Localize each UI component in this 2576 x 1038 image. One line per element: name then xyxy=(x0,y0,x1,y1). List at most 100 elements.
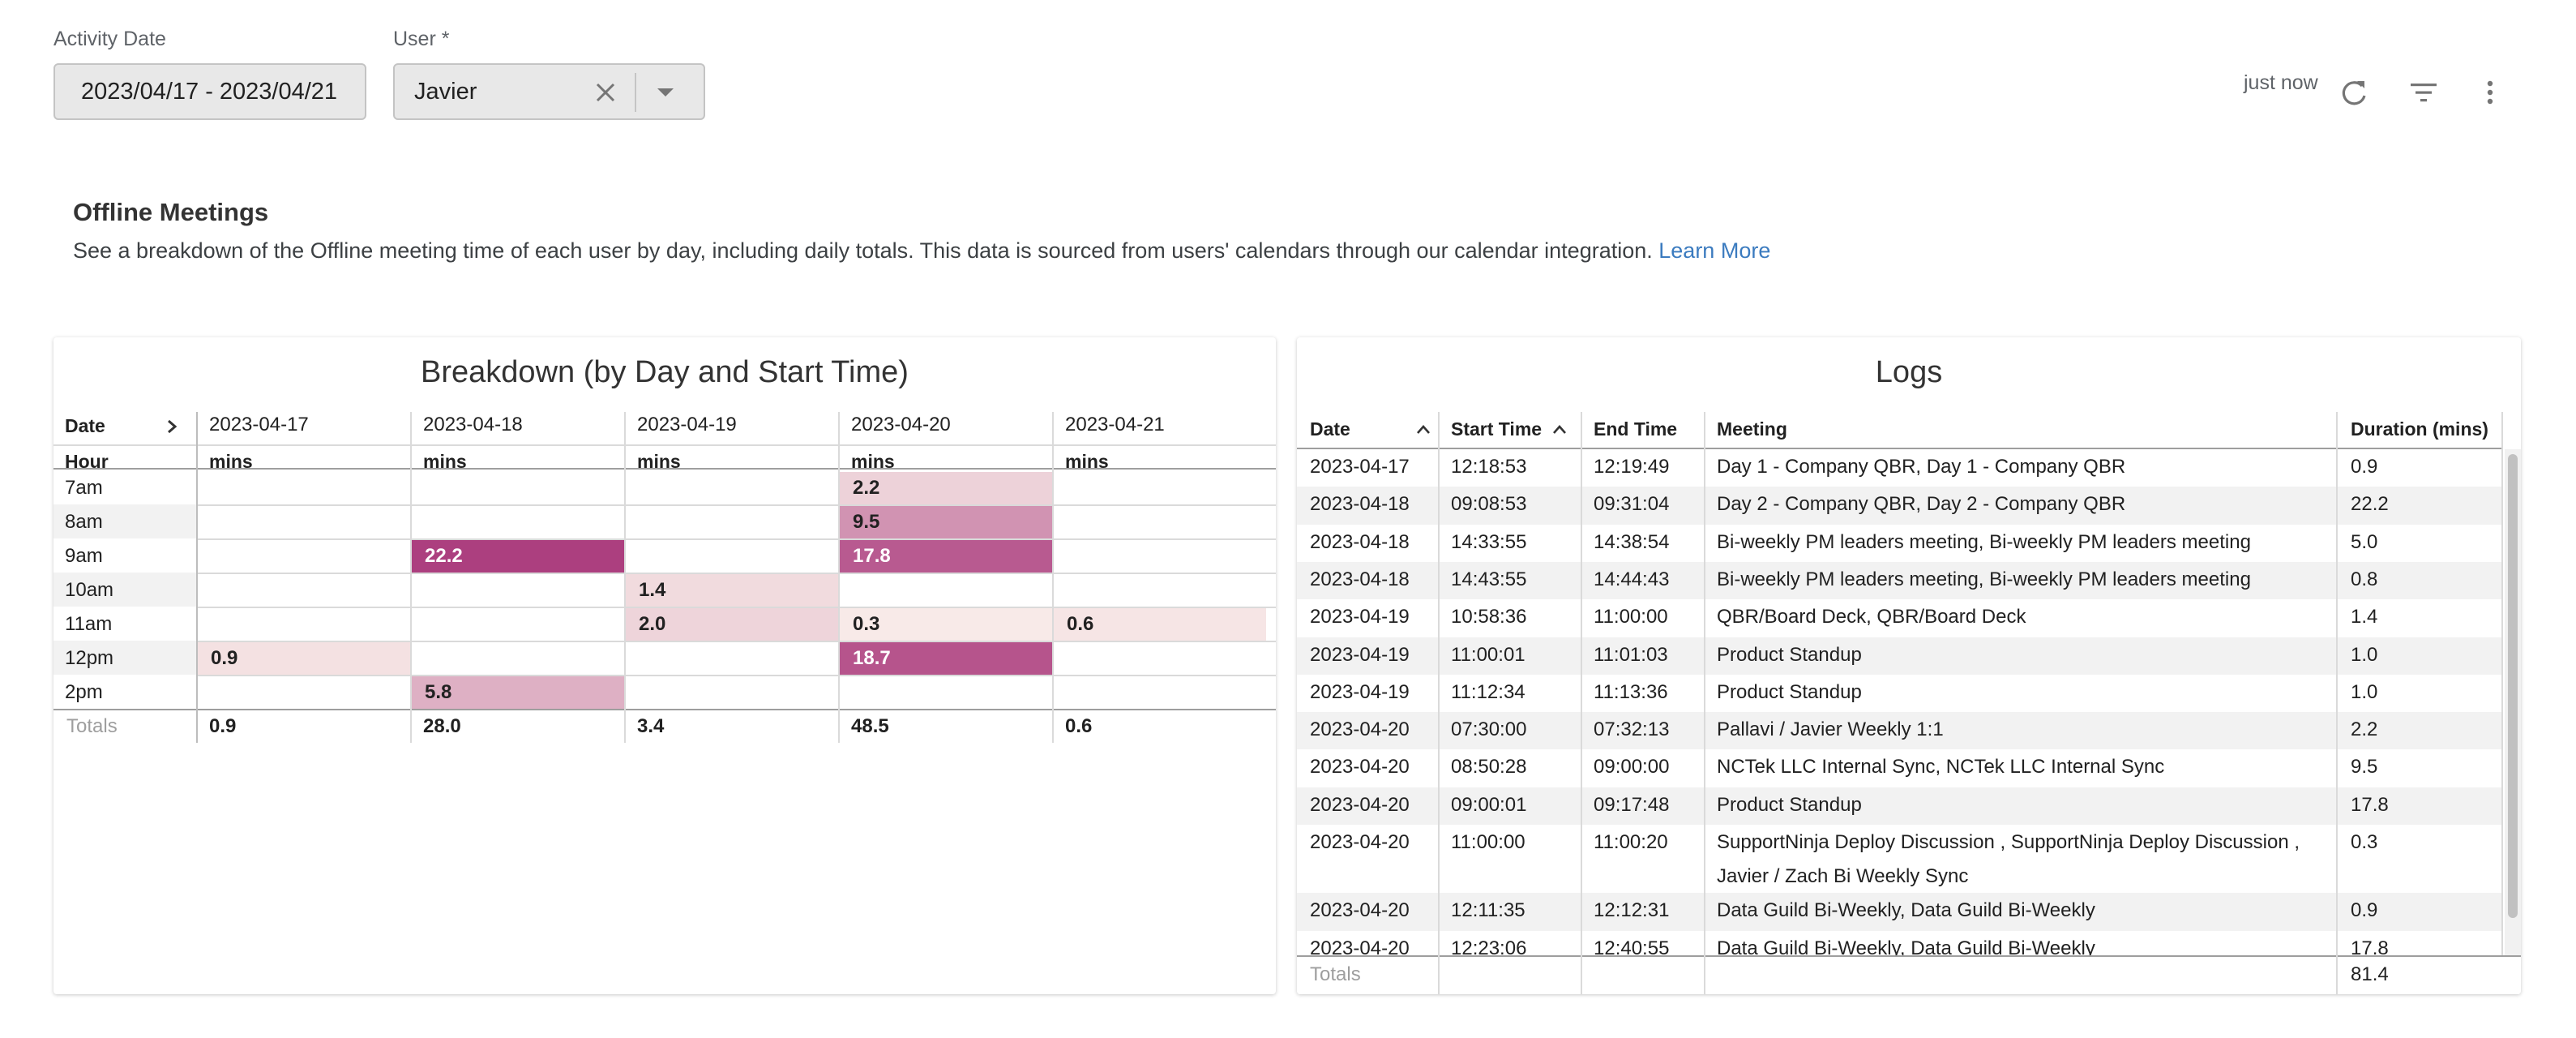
total-value: 48.5 xyxy=(851,715,889,737)
log-cell: 2023-04-19 xyxy=(1310,606,1410,628)
log-cell: 0.9 xyxy=(2351,456,2378,478)
log-cell: Bi-weekly PM leaders meeting, Bi-weekly … xyxy=(1717,568,2251,590)
scrollbar-thumb[interactable] xyxy=(2508,454,2518,918)
heatmap-cell-value: 0.6 xyxy=(1067,613,1094,635)
heatmap-cell-value: 9.5 xyxy=(853,511,880,533)
heatmap-cell xyxy=(1054,676,1266,709)
log-cell: 11:12:34 xyxy=(1451,680,1525,703)
logs-card: Logs Date Start Time End Time Meeting Durati… xyxy=(1297,337,2521,994)
log-cell: 5.0 xyxy=(2351,530,2378,553)
log-cell: 11:00:00 xyxy=(1451,831,1525,853)
heatmap-cell xyxy=(1054,574,1266,607)
column-divider xyxy=(624,412,626,743)
heatmap-cell-value: 17.8 xyxy=(853,545,891,567)
log-cell: 09:00:00 xyxy=(1594,756,1670,778)
last-updated-text: just now xyxy=(2244,71,2318,94)
heatmap-cell: 9.5 xyxy=(840,506,1052,538)
required-mark: * xyxy=(441,28,450,50)
scrollbar-track[interactable] xyxy=(2505,449,2521,955)
column-divider xyxy=(2336,412,2338,991)
log-cell: Product Standup xyxy=(1717,643,1862,666)
column-header[interactable]: Meeting xyxy=(1717,418,1787,440)
heatmap-cell: 0.6 xyxy=(1054,608,1266,641)
heatmap-cell: 0.9 xyxy=(198,642,410,675)
heatmap-cell xyxy=(840,574,1052,607)
row-header-date: Date xyxy=(65,415,105,436)
log-cell: Pallavi / Javier Weekly 1:1 xyxy=(1717,718,1944,741)
heatmap-cell: 18.7 xyxy=(840,642,1052,675)
total-value: 28.0 xyxy=(423,715,461,737)
user-select[interactable]: Javier xyxy=(393,63,705,120)
caret-down-icon[interactable] xyxy=(656,83,675,102)
more-vert-icon[interactable] xyxy=(2474,76,2506,109)
log-cell: 11:01:03 xyxy=(1594,643,1668,666)
header-divider xyxy=(53,444,1276,446)
log-cell: 10:58:36 xyxy=(1451,606,1527,628)
column-header[interactable]: End Time xyxy=(1594,418,1677,440)
sort-asc-icon[interactable] xyxy=(1551,422,1568,438)
heatmap-cell: 2.0 xyxy=(626,608,838,641)
heatmap-cell xyxy=(198,506,410,538)
log-cell: Bi-weekly PM leaders meeting, Bi-weekly … xyxy=(1717,530,2251,553)
log-cell: 2023-04-19 xyxy=(1310,680,1410,703)
heatmap-cell xyxy=(626,540,838,573)
log-cell: SupportNinja Deploy Discussion , Support… xyxy=(1717,831,2300,853)
column-divider xyxy=(1581,955,1582,994)
log-cell: 2023-04-20 xyxy=(1310,756,1410,778)
row-header-hour-value: 9am xyxy=(65,545,103,567)
row-header-hour-value: 11am xyxy=(65,613,113,635)
log-cell: 1.0 xyxy=(2351,680,2378,703)
log-cell: 2.2 xyxy=(2351,718,2378,741)
section-description: See a breakdown of the Offline meeting t… xyxy=(73,238,1770,264)
heatmap-cell: 5.8 xyxy=(412,676,624,709)
heatmap-cell xyxy=(198,608,410,641)
chevron-right-icon[interactable] xyxy=(164,418,180,435)
column-divider xyxy=(2501,412,2503,991)
close-icon[interactable] xyxy=(594,81,617,104)
log-cell: 0.3 xyxy=(2351,831,2378,853)
log-cell: Day 2 - Company QBR, Day 2 - Company QBR xyxy=(1717,493,2126,516)
heatmap-cell-value: 0.9 xyxy=(211,647,238,669)
heatmap-cell xyxy=(626,472,838,504)
heatmap-cell: 2.2 xyxy=(840,472,1052,504)
heatmap-cell xyxy=(1054,540,1266,573)
column-header[interactable]: Start Time xyxy=(1451,418,1542,440)
log-cell: 14:43:55 xyxy=(1451,568,1527,590)
totals-label: Totals xyxy=(66,715,118,737)
breakdown-card: Breakdown (by Day and Start Time) Date Ho… xyxy=(53,337,1276,994)
column-divider xyxy=(2336,955,2338,994)
heatmap-cell-value: 2.2 xyxy=(853,477,880,499)
total-value: 0.9 xyxy=(209,715,237,737)
log-cell: 11:13:36 xyxy=(1594,680,1668,703)
log-cell: 12:18:53 xyxy=(1451,456,1527,478)
column-divider xyxy=(410,412,412,743)
log-cell: 9.5 xyxy=(2351,756,2378,778)
heatmap-cell xyxy=(626,506,838,538)
log-cell: 2023-04-20 xyxy=(1310,793,1410,816)
learn-more-link[interactable]: Learn More xyxy=(1658,238,1770,263)
log-cell: 09:31:04 xyxy=(1594,493,1670,516)
row-header-hour-value: 7am xyxy=(65,477,103,499)
filter-icon[interactable] xyxy=(2407,76,2440,109)
heatmap-cell xyxy=(1054,642,1266,675)
column-header[interactable]: Date xyxy=(1310,418,1350,440)
heatmap-cell: 17.8 xyxy=(840,540,1052,573)
log-cell: 2023-04-18 xyxy=(1310,530,1410,553)
column-header[interactable]: Duration (mins) xyxy=(2351,418,2488,440)
sort-asc-icon[interactable] xyxy=(1415,422,1431,438)
row-header-hour-value: 10am xyxy=(65,579,114,601)
log-cell: 1.4 xyxy=(2351,606,2378,628)
totals-label: Totals xyxy=(1310,963,1361,985)
row-header-hour-value: 8am xyxy=(65,511,103,533)
log-cell: 17.8 xyxy=(2351,793,2389,816)
refresh-icon[interactable] xyxy=(2338,76,2370,109)
log-cell: 11:00:01 xyxy=(1451,643,1525,666)
total-duration: 81.4 xyxy=(2351,963,2389,985)
activity-date-picker[interactable]: 2023/04/17 - 2023/04/21 xyxy=(53,63,366,120)
heatmap-cell xyxy=(198,676,410,709)
column-divider xyxy=(1581,412,1582,991)
select-divider xyxy=(635,73,636,112)
totals-divider xyxy=(53,709,1276,710)
heatmap-cell: 0.3 xyxy=(840,608,1052,641)
log-cell: 2023-04-20 xyxy=(1310,899,1410,922)
